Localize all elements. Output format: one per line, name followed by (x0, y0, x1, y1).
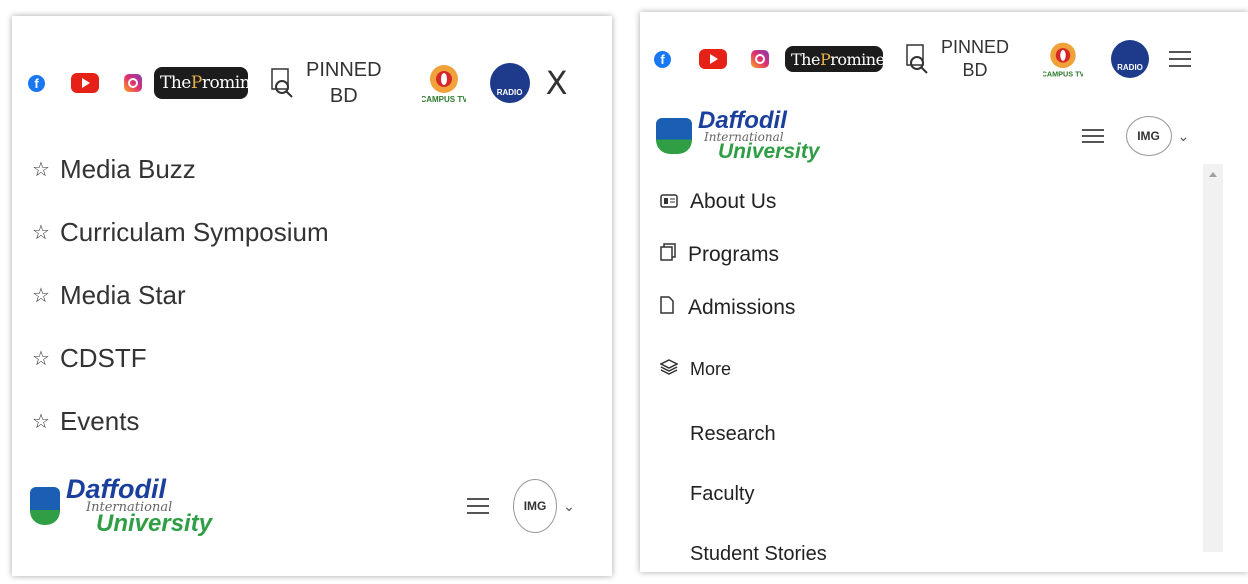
logo-daffodil: Daffodil (66, 474, 166, 505)
menu-item-events[interactable]: ☆ Events (12, 390, 612, 453)
avatar[interactable]: IMG (513, 479, 558, 533)
close-button[interactable]: X (546, 64, 568, 102)
pinned-line2: BD (962, 60, 988, 80)
star-icon: ☆ (32, 222, 50, 244)
menu-item-curriculam-symposium[interactable]: ☆ Curriculam Symposium (12, 201, 612, 264)
brand-bar: Daffodil International University IMG ⌄ (12, 471, 612, 541)
university-logo[interactable]: Daffodil International University (30, 474, 213, 538)
menu-item-label: Curriculam Symposium (59, 217, 329, 247)
pinned-line1: PINNED (941, 36, 1010, 57)
menu-item-cdstf[interactable]: ☆ CDSTF (12, 327, 612, 390)
file-icon (660, 296, 674, 320)
menu-item-label: More (690, 358, 732, 379)
social-bar: f The Prominent PINNED BD CAMPUS TV RADI… (12, 56, 612, 110)
right-drawer: f The Prominent PINNED BD CAMPUS TV RADI… (640, 12, 1248, 572)
youtube-icon[interactable] (71, 73, 99, 93)
avatar[interactable]: IMG (1125, 116, 1172, 156)
facebook-icon[interactable]: f (654, 50, 671, 68)
menu-item-label: Research (690, 422, 776, 445)
menu-item-label: CDSTF (59, 343, 147, 373)
menu-item-label: Media Buzz (59, 154, 196, 184)
the-prominent-logo[interactable]: The Prominent (154, 67, 277, 99)
menu-item-about-us[interactable]: About Us (640, 176, 1248, 228)
menu-item-more[interactable]: More (640, 334, 1248, 404)
shield-icon (656, 118, 692, 154)
pinned-bd-icon[interactable] (270, 67, 294, 99)
star-icon: ☆ (32, 411, 50, 433)
campus-tv-logo[interactable]: CAMPUS TV (1042, 39, 1085, 79)
hamburger-icon[interactable] (467, 498, 490, 514)
prominent-the: The (160, 73, 191, 93)
menu-item-media-buzz[interactable]: ☆ Media Buzz (12, 138, 612, 201)
submenu-item-student-stories[interactable]: Student Stories (640, 524, 1248, 584)
menu-item-programs[interactable]: Programs (640, 228, 1248, 282)
left-drawer: f The Prominent PINNED BD CAMPUS TV RADI… (12, 16, 612, 576)
id-card-icon (660, 190, 678, 214)
layers-icon (659, 358, 679, 380)
prominent-rest: rominent (830, 49, 901, 69)
menu-item-label: Programs (688, 243, 780, 266)
campus-tv-logo[interactable]: CAMPUS TV (420, 61, 468, 105)
logo-daffodil: Daffodil (698, 107, 787, 135)
menu-item-media-star[interactable]: ☆ Media Star (12, 264, 612, 327)
youtube-icon[interactable] (699, 49, 727, 69)
logo-university: University (96, 510, 213, 538)
chevron-down-icon[interactable]: ⌄ (563, 498, 575, 515)
pinned-line1: PINNED (306, 59, 382, 81)
radio-logo[interactable]: RADIO (1111, 40, 1150, 78)
radio-text: RADIO (496, 88, 523, 97)
menu-item-label: Events (59, 406, 140, 436)
menu-item-label: Student Stories (690, 542, 827, 565)
brand-bar: Daffodil International University IMG ⌄ (640, 107, 1248, 163)
campus-tv-text: CAMPUS TV (422, 95, 466, 104)
instagram-icon[interactable] (751, 50, 769, 68)
social-bar: f The Prominent PINNED BD CAMPUS TV RADI… (640, 34, 1248, 84)
menu-item-admissions[interactable]: Admissions (640, 282, 1248, 334)
pinned-bd-icon[interactable] (905, 43, 929, 75)
radio-text: RADIO (1117, 63, 1143, 72)
logo-university: University (718, 139, 820, 163)
pinned-line2: BD (329, 85, 358, 107)
hamburger-icon[interactable] (1169, 51, 1192, 67)
university-logo[interactable]: Daffodil International University (656, 107, 820, 163)
shield-icon (30, 486, 60, 525)
facebook-icon[interactable]: f (28, 74, 45, 92)
star-icon: ☆ (32, 159, 50, 181)
left-menu: ☆ Media Buzz ☆ Curriculam Symposium ☆ Media… (12, 138, 612, 453)
hamburger-icon[interactable] (1081, 129, 1104, 143)
prominent-p: P (819, 49, 831, 69)
menu-item-label: Faculty (690, 482, 755, 505)
prominent-rest: rominent (201, 73, 277, 93)
submenu-item-faculty[interactable]: Faculty (640, 464, 1248, 524)
submenu-item-research[interactable]: Research (640, 404, 1248, 464)
prominent-the: The (791, 49, 820, 69)
instagram-icon[interactable] (124, 74, 142, 92)
star-icon: ☆ (32, 285, 50, 307)
the-prominent-logo[interactable]: The Prominent (785, 46, 901, 72)
chevron-down-icon[interactable]: ⌄ (1178, 128, 1190, 145)
right-menu: About Us Programs Admissions More Resear… (640, 176, 1248, 584)
menu-item-label: About Us (690, 190, 777, 213)
pinned-bd-label[interactable]: PINNED BD (306, 57, 382, 109)
campus-tv-text: CAMPUS TV (1043, 69, 1083, 78)
radio-logo[interactable]: RADIO (489, 63, 530, 103)
menu-item-label: Media Star (59, 280, 186, 310)
star-icon: ☆ (32, 348, 50, 370)
copy-icon (660, 243, 676, 267)
prominent-p: P (190, 73, 202, 93)
menu-item-label: Admissions (688, 296, 796, 319)
pinned-bd-label[interactable]: PINNED BD (941, 36, 1009, 83)
